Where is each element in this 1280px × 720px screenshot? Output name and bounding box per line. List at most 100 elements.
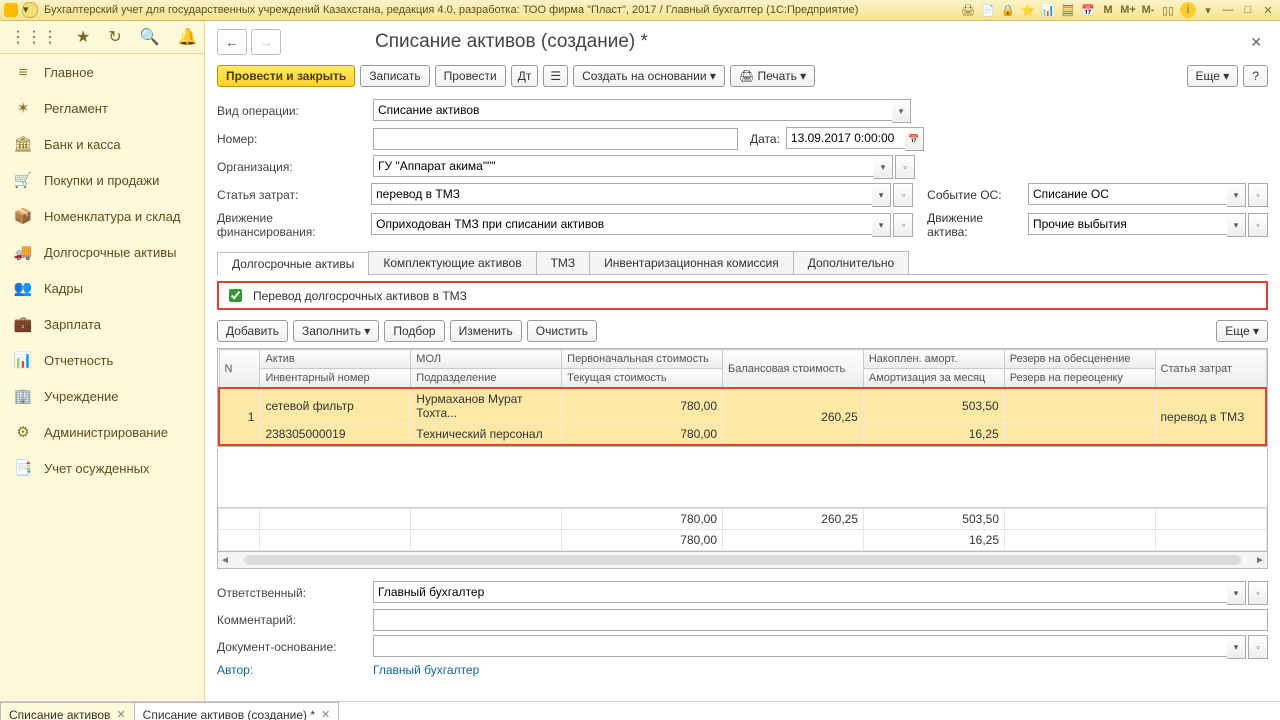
dropdown-icon[interactable]: ▾ bbox=[872, 213, 891, 237]
cost-input[interactable] bbox=[371, 183, 872, 205]
memory-mminus[interactable]: M- bbox=[1140, 2, 1156, 18]
back-button[interactable]: ← bbox=[217, 29, 247, 55]
nav-label: Учет осужденных bbox=[44, 461, 150, 476]
open-icon[interactable]: ▫ bbox=[1248, 635, 1268, 659]
structure-icon[interactable]: ☰ bbox=[543, 65, 568, 87]
table-row[interactable]: 1 сетевой фильтр Нурмаханов Мурат Тохта.… bbox=[219, 388, 1266, 445]
tab[interactable]: Комплектующие активов bbox=[368, 251, 536, 274]
sidebar-item[interactable]: 🛒Покупки и продажи bbox=[0, 162, 204, 198]
dropdown-icon[interactable]: ▾ bbox=[1227, 213, 1246, 237]
resp-input[interactable] bbox=[373, 581, 1227, 603]
org-input[interactable] bbox=[373, 155, 874, 177]
assets-grid[interactable]: N Актив МОЛ Первоначальная стоимость Бал… bbox=[217, 348, 1268, 447]
grid-more-button[interactable]: Еще ▾ bbox=[1216, 320, 1268, 342]
nav-icon: ≡ bbox=[14, 63, 32, 81]
toolbar-icon[interactable]: 📄 bbox=[980, 2, 996, 18]
add-button[interactable]: Добавить bbox=[217, 320, 288, 342]
calendar-icon[interactable]: 📅 bbox=[905, 127, 924, 151]
toolbar-icon[interactable]: 🧮 bbox=[1060, 2, 1076, 18]
app-menu-dropdown[interactable]: ▾ bbox=[22, 2, 38, 18]
tab[interactable]: Долгосрочные активы bbox=[217, 252, 369, 275]
op-input[interactable] bbox=[373, 99, 892, 121]
bell-icon[interactable]: 🔔 bbox=[178, 27, 198, 47]
dropdown-icon[interactable]: ▾ bbox=[872, 183, 891, 207]
horizontal-scrollbar[interactable]: ◄► bbox=[217, 552, 1268, 569]
open-icon[interactable]: ▫ bbox=[893, 183, 913, 207]
memory-m[interactable]: M bbox=[1100, 2, 1116, 18]
sidebar-item[interactable]: 🏛Банк и касса bbox=[0, 126, 204, 162]
nav-icon: 💼 bbox=[14, 315, 32, 333]
dropdown-icon[interactable]: ▾ bbox=[892, 99, 911, 123]
toolbar-icon[interactable]: 🔒 bbox=[1000, 2, 1016, 18]
num-input[interactable] bbox=[373, 128, 738, 150]
open-icon[interactable]: ▫ bbox=[1248, 183, 1268, 207]
close-page-icon[interactable]: ✕ bbox=[1244, 32, 1268, 53]
dropdown-icon[interactable]: ▾ bbox=[1227, 183, 1246, 207]
close-tab-icon[interactable]: ✕ bbox=[321, 708, 330, 720]
mov-input[interactable] bbox=[1028, 213, 1227, 235]
sidebar-item[interactable]: 💼Зарплата bbox=[0, 306, 204, 342]
post-button[interactable]: Провести bbox=[435, 65, 506, 87]
pick-button[interactable]: Подбор bbox=[384, 320, 444, 342]
sidebar-item[interactable]: ✶Регламент bbox=[0, 90, 204, 126]
print-button[interactable]: 🖨 Печать ▾ bbox=[730, 65, 815, 87]
write-button[interactable]: Записать bbox=[360, 65, 429, 87]
comment-input[interactable] bbox=[373, 609, 1268, 631]
star-icon[interactable]: ★ bbox=[76, 27, 90, 47]
event-input[interactable] bbox=[1028, 183, 1227, 205]
toolbar-icon[interactable]: ⭐ bbox=[1020, 2, 1036, 18]
clear-button[interactable]: Очистить bbox=[527, 320, 597, 342]
open-icon[interactable]: ▫ bbox=[895, 155, 915, 179]
fill-button[interactable]: Заполнить ▾ bbox=[293, 320, 379, 342]
base-input[interactable] bbox=[373, 635, 1227, 657]
fin-input[interactable] bbox=[371, 213, 872, 235]
open-icon[interactable]: ▫ bbox=[1248, 213, 1268, 237]
calendar-icon[interactable]: 📅 bbox=[1080, 2, 1096, 18]
sidebar-item[interactable]: 👥Кадры bbox=[0, 270, 204, 306]
create-based-button[interactable]: Создать на основании ▾ bbox=[573, 65, 725, 87]
transfer-checkbox[interactable] bbox=[229, 289, 242, 302]
close-window-icon[interactable]: ✕ bbox=[1260, 2, 1276, 18]
tab[interactable]: Дополнительно bbox=[793, 251, 909, 274]
apps-icon[interactable]: ⋮⋮⋮ bbox=[10, 27, 58, 47]
tab[interactable]: Инвентаризационная комиссия bbox=[589, 251, 794, 274]
sidebar-item[interactable]: 📊Отчетность bbox=[0, 342, 204, 378]
forward-button[interactable]: → bbox=[251, 29, 281, 55]
tab[interactable]: ТМЗ bbox=[536, 251, 591, 274]
sidebar-item[interactable]: 🚚Долгосрочные активы bbox=[0, 234, 204, 270]
dropdown-icon[interactable]: ▾ bbox=[1227, 635, 1246, 659]
history-icon[interactable]: ↻ bbox=[108, 27, 121, 47]
col-amort: Накоплен. аморт. bbox=[863, 350, 1004, 369]
minimize-icon[interactable]: — bbox=[1220, 2, 1236, 18]
toolbar-icon[interactable]: 📊 bbox=[1040, 2, 1056, 18]
sidebar-item[interactable]: 🏢Учреждение bbox=[0, 378, 204, 414]
author-value[interactable]: Главный бухгалтер bbox=[373, 663, 479, 677]
sidebar-item[interactable]: ≡Главное bbox=[0, 54, 204, 90]
sidebar-item[interactable]: 📦Номенклатура и склад bbox=[0, 198, 204, 234]
info-icon[interactable]: i bbox=[1180, 2, 1196, 18]
op-label: Вид операции: bbox=[217, 104, 367, 118]
dropdown-icon[interactable]: ▾ bbox=[1227, 581, 1246, 605]
help-button[interactable]: ? bbox=[1243, 65, 1268, 87]
edit-button[interactable]: Изменить bbox=[450, 320, 522, 342]
dropdown-icon[interactable]: ▾ bbox=[1200, 2, 1216, 18]
open-icon[interactable]: ▫ bbox=[893, 213, 913, 237]
maximize-icon[interactable]: □ bbox=[1240, 2, 1256, 18]
memory-mplus[interactable]: M+ bbox=[1120, 2, 1136, 18]
window-tab[interactable]: Списание активов (создание) *✕ bbox=[134, 702, 340, 720]
date-input[interactable] bbox=[786, 127, 905, 149]
dt-kt-icon[interactable]: Дт bbox=[511, 65, 539, 87]
dropdown-icon[interactable]: ▾ bbox=[874, 155, 893, 179]
sidebar-item[interactable]: 📑Учет осужденных bbox=[0, 450, 204, 486]
close-tab-icon[interactable]: ✕ bbox=[116, 708, 125, 720]
more-button[interactable]: Еще ▾ bbox=[1187, 65, 1239, 87]
search-icon[interactable]: 🔍 bbox=[140, 27, 160, 47]
open-icon[interactable]: ▫ bbox=[1248, 581, 1268, 605]
author-label[interactable]: Автор: bbox=[217, 663, 367, 677]
window-tab[interactable]: Списание активов✕ bbox=[0, 702, 135, 720]
panels-icon[interactable]: ▯▯ bbox=[1160, 2, 1176, 18]
sidebar-item[interactable]: ⚙Администрирование bbox=[0, 414, 204, 450]
toolbar-icon[interactable]: 🖨 bbox=[960, 2, 976, 18]
col-reserve2: Резерв на переоценку bbox=[1004, 369, 1155, 389]
post-and-close-button[interactable]: Провести и закрыть bbox=[217, 65, 355, 87]
